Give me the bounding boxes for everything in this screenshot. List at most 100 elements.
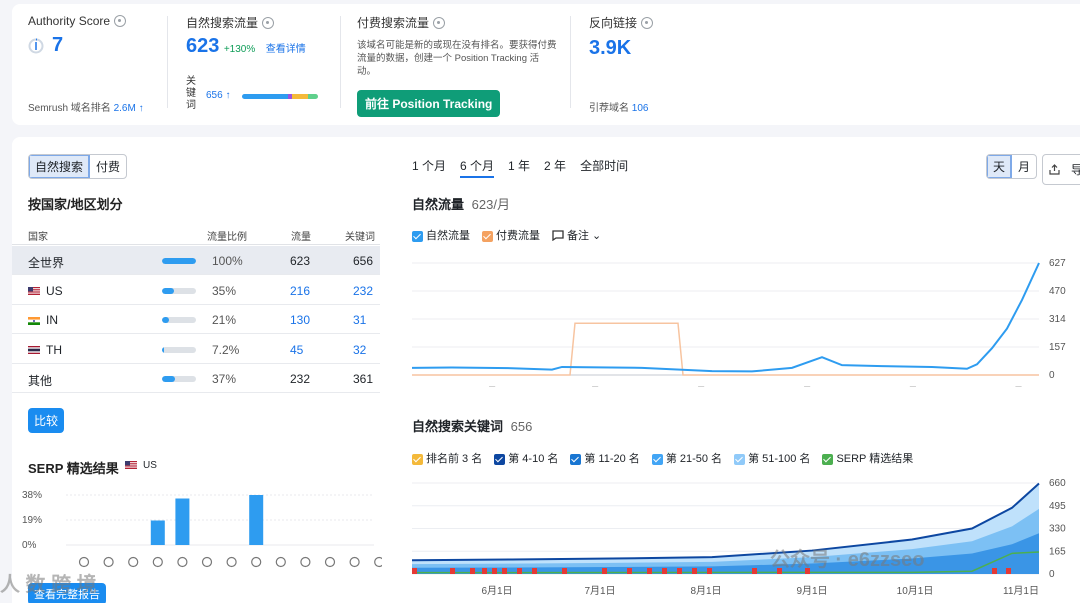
notes-dropdown[interactable]: 备注 ⌄ bbox=[552, 227, 601, 243]
info-icon[interactable] bbox=[433, 16, 446, 29]
period-all[interactable]: 全部时间 bbox=[580, 157, 628, 178]
keywords-chart-legend: 排名前 3 名 第 4-10 名 第 11-20 名 第 21-50 名 第 5… bbox=[412, 450, 913, 466]
y-tick-label: 0 bbox=[1049, 569, 1055, 580]
share-bar bbox=[162, 346, 196, 353]
export-icon bbox=[1049, 164, 1060, 175]
toggle-paid[interactable]: 付费 bbox=[90, 155, 126, 178]
annotation-marker bbox=[450, 568, 455, 574]
annotation-marker bbox=[532, 568, 537, 574]
granularity-month[interactable]: 月 bbox=[1012, 155, 1036, 178]
organic-traffic-title: 自然搜索流量 bbox=[186, 16, 259, 30]
organic-change: +130% bbox=[223, 44, 256, 55]
flag-icon bbox=[28, 346, 40, 355]
col-share: 流量比例 bbox=[207, 232, 247, 243]
country-row[interactable]: IN 21% 130 31 bbox=[12, 305, 380, 334]
share-value: 21% bbox=[212, 313, 237, 327]
annotation-marker bbox=[502, 568, 507, 574]
organic-traffic-block: 自然搜索流量 623 +130% 查看详情 关键词 656 ↑ bbox=[186, 14, 318, 111]
toggle-organic[interactable]: 自然搜索 bbox=[29, 155, 91, 178]
serp-feature-icon bbox=[275, 556, 286, 568]
info-icon[interactable] bbox=[114, 15, 127, 27]
x-tick-label: 11月1日 bbox=[1003, 386, 1039, 387]
compare-button[interactable]: 比较 bbox=[28, 408, 65, 433]
x-tick-label: 7月1日 bbox=[584, 585, 615, 597]
organic-traffic-value[interactable]: 623 bbox=[186, 35, 219, 57]
serp-features-title: SERP 精选结果 bbox=[28, 461, 119, 476]
paid-traffic-block: 付费搜索流量 该域名可能是新的或现在没有排名。要获得付费流量的数据，创建一个 P… bbox=[357, 14, 562, 78]
legend-4-10[interactable]: 第 4-10 名 bbox=[494, 450, 558, 466]
checkbox-icon bbox=[412, 453, 423, 465]
traffic-value[interactable]: 130 bbox=[290, 313, 310, 327]
notes-label: 备注 bbox=[567, 230, 589, 242]
authority-score-block: Authority Score 7 Semrush 域名排名 2.6M ↑ bbox=[28, 14, 144, 114]
divider bbox=[167, 16, 168, 108]
serp-feature-icon bbox=[128, 556, 139, 568]
info-icon[interactable] bbox=[641, 16, 654, 29]
serp-feature-icon bbox=[226, 556, 237, 568]
legend-11-20[interactable]: 第 11-20 名 bbox=[570, 450, 640, 466]
legend-21-50-label: 第 21-50 名 bbox=[665, 453, 723, 465]
keywords-value: 656 bbox=[353, 254, 374, 268]
info-icon[interactable] bbox=[262, 16, 275, 29]
rank-value[interactable]: 2.6M bbox=[114, 103, 136, 114]
legend-21-50[interactable]: 第 21-50 名 bbox=[651, 450, 723, 466]
period-2y[interactable]: 2 年 bbox=[544, 157, 566, 178]
backlinks-value[interactable]: 3.9K bbox=[589, 37, 653, 60]
country-row[interactable]: 全世界 100% 623 656 bbox=[12, 246, 380, 275]
granularity-day[interactable]: 天 bbox=[987, 155, 1013, 178]
checkbox-icon bbox=[482, 230, 493, 242]
serp-bar bbox=[249, 495, 264, 545]
flag-icon bbox=[28, 287, 40, 296]
x-tick-label: 9月1日 bbox=[796, 585, 827, 597]
country-name: TH bbox=[28, 343, 62, 357]
country-section-title: 按国家/地区划分 bbox=[28, 197, 123, 212]
annotation-marker bbox=[677, 568, 682, 574]
annotation-marker bbox=[707, 568, 712, 574]
legend-organic[interactable]: 自然流量 bbox=[412, 227, 470, 243]
country-row[interactable]: 其他 37% 232 361 bbox=[12, 364, 380, 393]
y-tick-label: 470 bbox=[1049, 286, 1066, 297]
checkbox-icon bbox=[822, 453, 834, 465]
y-tick-label: 495 bbox=[1049, 501, 1066, 512]
position-tracking-button[interactable]: 前往 Position Tracking bbox=[357, 90, 501, 117]
legend-51-100[interactable]: 第 51-100 名 bbox=[734, 450, 810, 466]
authority-score-title: Authority Score bbox=[28, 14, 111, 28]
period-1y[interactable]: 1 年 bbox=[508, 157, 530, 178]
keywords-value[interactable]: 32 bbox=[353, 343, 366, 357]
keywords-value[interactable]: 232 bbox=[353, 284, 373, 298]
serp-feature-icon bbox=[349, 556, 360, 568]
share-value: 35% bbox=[212, 283, 237, 298]
export-button[interactable]: 导 bbox=[1042, 154, 1080, 185]
legend-paid[interactable]: 付费流量 bbox=[482, 227, 540, 243]
organic-keywords-chart: 660 495 330 165 0 6月1日 7月1日 8月1日 9月1日 10月1日 11月1日 bbox=[412, 479, 1066, 597]
organic-chart-legend: 自然流量 付费流量 备注 ⌄ bbox=[412, 227, 601, 243]
keywords-value[interactable]: 31 bbox=[353, 313, 366, 327]
serp-bar bbox=[175, 498, 190, 545]
checkbox-icon bbox=[494, 453, 506, 465]
serp-y-tick: 0% bbox=[22, 540, 37, 551]
y-tick-label: 627 bbox=[1049, 258, 1066, 269]
legend-top3-label: 排名前 3 名 bbox=[426, 453, 483, 465]
referring-domains-label: 引荐域名 bbox=[589, 103, 629, 114]
traffic-value[interactable]: 45 bbox=[290, 343, 303, 357]
annotation-marker bbox=[562, 568, 567, 574]
country-row[interactable]: US 35% 216 232 bbox=[12, 276, 380, 305]
view-details-link[interactable]: 查看详情 bbox=[266, 44, 306, 55]
period-6m[interactable]: 6 个月 bbox=[460, 157, 495, 178]
legend-top3[interactable]: 排名前 3 名 bbox=[412, 450, 482, 466]
legend-serp[interactable]: SERP 精选结果 bbox=[822, 450, 913, 466]
kpi-card: Authority Score 7 Semrush 域名排名 2.6M ↑ 自然… bbox=[12, 4, 1080, 125]
traffic-value[interactable]: 216 bbox=[290, 284, 310, 298]
referring-domains-value[interactable]: 106 bbox=[632, 103, 649, 114]
divider bbox=[570, 16, 571, 108]
serp-feature-icon bbox=[374, 556, 382, 568]
serp-region[interactable]: US bbox=[125, 460, 157, 471]
country-row[interactable]: TH 7.2% 45 32 bbox=[12, 335, 380, 364]
period-1m[interactable]: 1 个月 bbox=[412, 157, 446, 178]
keywords-value[interactable]: 656 bbox=[206, 90, 223, 101]
annotation-marker bbox=[517, 568, 522, 574]
watermark-left: 人 数 跨 境 bbox=[0, 574, 97, 596]
legend-11-20-label: 第 11-20 名 bbox=[584, 453, 640, 465]
checkbox-icon bbox=[412, 230, 423, 242]
us-flag-icon bbox=[125, 461, 137, 470]
